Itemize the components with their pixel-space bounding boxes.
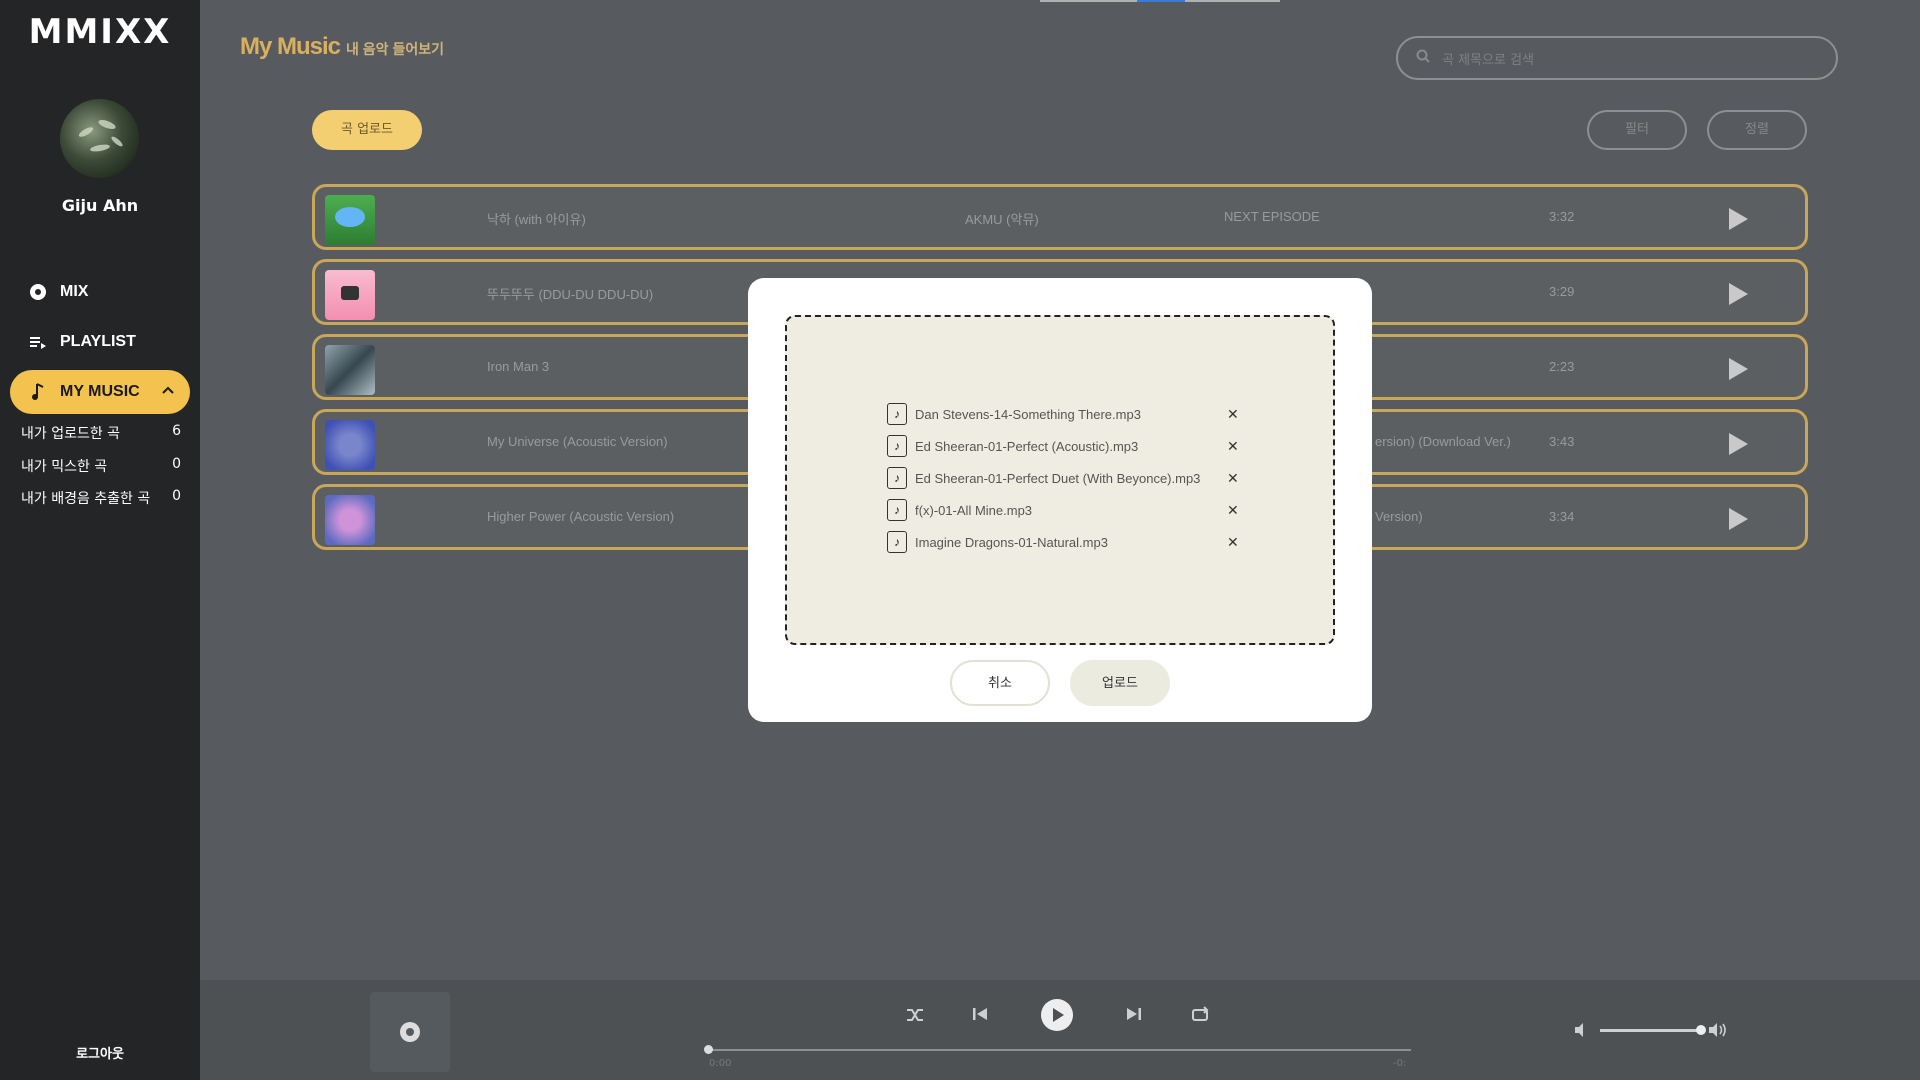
music-file-icon: ♪ <box>887 403 907 425</box>
song-duration: 3:43 <box>1549 434 1575 449</box>
remove-file-icon[interactable]: ✕ <box>1227 470 1239 487</box>
page-title: My Music 내 음악 들어보기 <box>240 33 444 61</box>
song-album: ersion) (Download Ver.) <box>1375 434 1511 449</box>
file-name: Dan Stevens-14-Something There.mp3 <box>915 406 1141 422</box>
submenu-extracted-label: 내가 배경음 추출한 곡 <box>21 491 151 507</box>
nav-mix[interactable]: MIX <box>10 270 190 314</box>
song-duration: 3:32 <box>1549 209 1575 224</box>
search-icon <box>1416 49 1430 67</box>
repeat-icon[interactable] <box>1190 1005 1210 1029</box>
top-progress-indicator <box>1040 0 1280 2</box>
upload-modal: ♪ Dan Stevens-14-Something There.mp3 ✕ ♪… <box>748 278 1372 722</box>
volume-mute-icon[interactable] <box>1573 1021 1591 1043</box>
file-dropzone[interactable]: ♪ Dan Stevens-14-Something There.mp3 ✕ ♪… <box>785 315 1335 645</box>
album-art <box>325 345 375 395</box>
total-time: -0: <box>1393 1058 1407 1069</box>
disc-icon <box>400 1022 420 1042</box>
filter-button[interactable]: 필터 <box>1587 110 1687 150</box>
file-name: Ed Sheeran-01-Perfect Duet (With Beyonce… <box>915 470 1201 486</box>
album-art <box>325 270 375 320</box>
file-name: Imagine Dragons-01-Natural.mp3 <box>915 534 1108 550</box>
remove-file-icon[interactable]: ✕ <box>1227 438 1239 455</box>
cancel-button[interactable]: 취소 <box>950 660 1050 706</box>
file-item: ♪ Ed Sheeran-01-Perfect (Acoustic).mp3 ✕ <box>887 434 1239 458</box>
page-title-text: My Music <box>240 33 341 60</box>
song-title: 낙하 (with 아이유) <box>487 212 586 227</box>
submenu-extracted-count: 0 <box>172 488 181 504</box>
playlist-icon <box>28 334 48 350</box>
song-duration: 3:34 <box>1549 509 1575 524</box>
file-item: ♪ Imagine Dragons-01-Natural.mp3 ✕ <box>887 530 1239 554</box>
play-icon[interactable] <box>1727 432 1749 460</box>
submenu-uploaded[interactable]: 내가 업로드한 곡 6 <box>21 423 181 443</box>
search-placeholder: 곡 제목으로 검색 <box>1442 52 1534 68</box>
album-art <box>325 495 375 545</box>
search-input[interactable]: 곡 제목으로 검색 <box>1396 36 1838 80</box>
song-album: Version) <box>1375 509 1423 524</box>
music-file-icon: ♪ <box>887 467 907 489</box>
play-icon[interactable] <box>1727 357 1749 385</box>
remove-file-icon[interactable]: ✕ <box>1227 406 1239 423</box>
song-title: My Universe (Acoustic Version) <box>487 434 668 449</box>
song-title: Higher Power (Acoustic Version) <box>487 509 675 524</box>
album-art <box>325 420 375 470</box>
logout-button[interactable]: 로그아웃 <box>0 1043 200 1062</box>
submenu-uploaded-label: 내가 업로드한 곡 <box>21 426 121 442</box>
nav-mix-label: MIX <box>60 283 89 300</box>
playback-progress-bar[interactable] <box>704 1045 1411 1054</box>
play-pause-button[interactable] <box>1040 998 1074 1036</box>
app-logo[interactable]: MMIXX <box>0 12 200 52</box>
next-track-icon[interactable] <box>1125 1005 1143 1027</box>
file-item: ♪ f(x)-01-All Mine.mp3 ✕ <box>887 498 1239 522</box>
now-playing-art <box>370 992 450 1072</box>
nav-my-music[interactable]: MY MUSIC <box>10 370 190 414</box>
album-art <box>325 195 375 245</box>
volume-knob[interactable] <box>1696 1025 1706 1035</box>
song-artist: AKMU (악뮤) <box>965 212 1039 227</box>
shuffle-icon[interactable] <box>905 1005 925 1029</box>
sidebar: MMIXX Giju Ahn MIX PLAYLIST MY MUSIC 내가 … <box>0 0 200 1080</box>
music-file-icon: ♪ <box>887 531 907 553</box>
sort-button[interactable]: 정렬 <box>1707 110 1807 150</box>
current-time: 0:00 <box>709 1058 732 1069</box>
music-file-icon: ♪ <box>887 499 907 521</box>
submenu-uploaded-count: 6 <box>172 423 181 439</box>
remove-file-icon[interactable]: ✕ <box>1227 534 1239 551</box>
username: Giju Ahn <box>61 196 139 215</box>
song-title: 뚜두뚜두 (DDU-DU DDU-DU) <box>487 287 654 302</box>
music-file-icon: ♪ <box>887 435 907 457</box>
upload-confirm-button[interactable]: 업로드 <box>1070 660 1170 706</box>
submenu-mixed-label: 내가 믹스한 곡 <box>21 459 108 475</box>
avatar[interactable] <box>60 99 139 178</box>
remove-file-icon[interactable]: ✕ <box>1227 502 1239 519</box>
song-album: NEXT EPISODE <box>1224 209 1320 224</box>
submenu-mixed-count: 0 <box>172 456 181 472</box>
page-subtitle: 내 음악 들어보기 <box>346 41 444 57</box>
music-note-icon <box>28 383 48 401</box>
disc-icon <box>28 283 48 301</box>
submenu-mixed[interactable]: 내가 믹스한 곡 0 <box>21 456 181 476</box>
file-item: ♪ Ed Sheeran-01-Perfect Duet (With Beyon… <box>887 466 1239 490</box>
file-item: ♪ Dan Stevens-14-Something There.mp3 ✕ <box>887 402 1239 426</box>
previous-track-icon[interactable] <box>971 1005 989 1027</box>
submenu-extracted[interactable]: 내가 배경음 추출한 곡 0 <box>21 488 181 508</box>
play-icon[interactable] <box>1727 507 1749 535</box>
nav-my-music-label: MY MUSIC <box>60 383 140 400</box>
upload-song-button[interactable]: 곡 업로드 <box>312 110 422 150</box>
nav-playlist-label: PLAYLIST <box>60 333 136 350</box>
volume-up-icon[interactable] <box>1707 1020 1729 1044</box>
nav-playlist[interactable]: PLAYLIST <box>10 320 190 364</box>
song-title: Iron Man 3 <box>487 359 550 374</box>
chevron-up-icon[interactable] <box>160 382 176 403</box>
song-duration: 3:29 <box>1549 284 1575 299</box>
play-icon[interactable] <box>1727 207 1749 235</box>
song-row[interactable]: 낙하 (with 아이유) AKMU (악뮤) NEXT EPISODE 3:3… <box>312 184 1808 250</box>
play-icon[interactable] <box>1727 282 1749 310</box>
song-duration: 2:23 <box>1549 359 1575 374</box>
progress-knob[interactable] <box>704 1045 713 1054</box>
file-name: f(x)-01-All Mine.mp3 <box>915 502 1033 518</box>
volume-slider[interactable] <box>1600 1025 1706 1035</box>
file-name: Ed Sheeran-01-Perfect (Acoustic).mp3 <box>915 438 1139 454</box>
